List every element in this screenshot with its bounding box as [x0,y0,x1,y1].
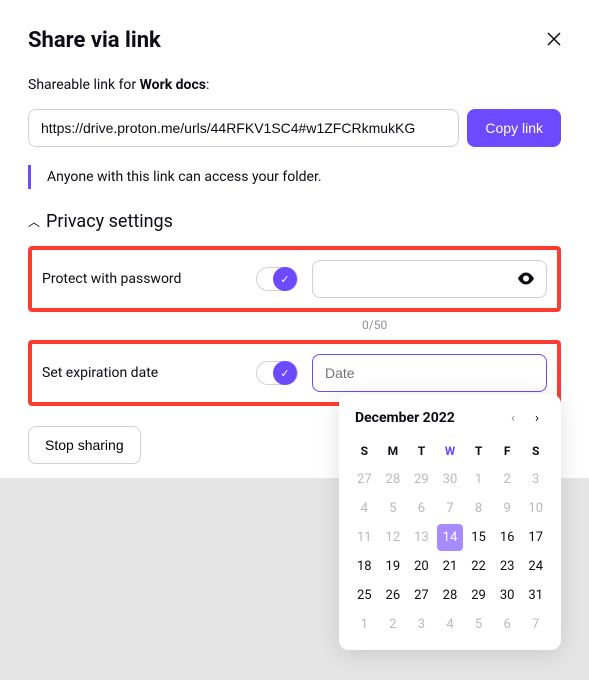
check-icon: ✓ [273,361,297,385]
calendar-month-title: December 2022 [355,410,455,426]
calendar-day[interactable]: 30 [437,466,464,493]
calendar-day[interactable]: 27 [351,466,378,493]
calendar-day[interactable]: 9 [494,495,521,522]
info-text: Anyone with this link can access your fo… [47,169,322,185]
calendar-day[interactable]: 23 [494,553,521,580]
calendar-day[interactable]: 2 [380,611,407,638]
calendar-dow: T [465,438,492,464]
calendar-day[interactable]: 16 [494,524,521,551]
share-link-input[interactable] [28,109,459,147]
date-field-wrap [312,354,547,392]
calendar-grid: SMTWTFS272829301234567891011121314151617… [351,438,549,638]
calendar-day[interactable]: 29 [465,582,492,609]
calendar-day[interactable]: 14 [437,524,464,551]
calendar-day[interactable]: 11 [351,524,378,551]
calendar-dow: S [351,438,378,464]
chevron-up-icon: ︿ [28,213,40,230]
calendar-dow: S [522,438,549,464]
calendar-day[interactable]: 25 [351,582,378,609]
calendar-day[interactable]: 10 [522,495,549,522]
expiration-setting-row: Set expiration date ✓ [42,354,547,392]
modal-header: Share via link [28,28,561,53]
privacy-section-header[interactable]: ︿ Privacy settings [28,211,561,232]
calendar-day[interactable]: 19 [380,553,407,580]
subtitle-prefix: Shareable link for [28,77,140,93]
calendar-day[interactable]: 7 [522,611,549,638]
password-input[interactable] [312,260,547,298]
link-row: Copy link [28,109,561,147]
calendar-dow: F [494,438,521,464]
chevron-left-icon[interactable]: ‹ [505,411,521,426]
calendar-day[interactable]: 6 [494,611,521,638]
password-toggle[interactable]: ✓ [256,267,298,291]
expiration-date-input[interactable] [312,354,547,392]
calendar-day[interactable]: 1 [351,611,378,638]
subtitle-suffix: : [206,77,209,93]
calendar-day[interactable]: 12 [380,524,407,551]
password-counter: 0/50 [362,318,561,332]
password-label: Protect with password [42,271,242,287]
calendar-day[interactable]: 27 [408,582,435,609]
calendar-day[interactable]: 21 [437,553,464,580]
calendar-day[interactable]: 4 [351,495,378,522]
calendar-day[interactable]: 3 [522,466,549,493]
info-bar: Anyone with this link can access your fo… [28,165,561,189]
calendar-day[interactable]: 3 [408,611,435,638]
password-setting-row: Protect with password ✓ [42,260,547,298]
calendar-day[interactable]: 26 [380,582,407,609]
stop-sharing-button[interactable]: Stop sharing [28,426,141,464]
calendar-day[interactable]: 4 [437,611,464,638]
calendar-day[interactable]: 28 [380,466,407,493]
copy-link-button[interactable]: Copy link [467,109,561,147]
chevron-right-icon[interactable]: › [529,411,545,426]
calendar-day[interactable]: 8 [465,495,492,522]
calendar-day[interactable]: 28 [437,582,464,609]
calendar-day[interactable]: 5 [380,495,407,522]
check-icon: ✓ [273,267,297,291]
calendar-day[interactable]: 7 [437,495,464,522]
calendar-dow: W [437,438,464,464]
calendar-day[interactable]: 22 [465,553,492,580]
expiration-label: Set expiration date [42,365,242,381]
expiration-toggle[interactable]: ✓ [256,361,298,385]
subtitle-item: Work docs [140,77,206,93]
eye-icon[interactable] [517,270,535,289]
calendar-header: December 2022 ‹ › [351,410,549,426]
calendar-day[interactable]: 1 [465,466,492,493]
privacy-section-title: Privacy settings [46,211,173,232]
date-picker-calendar: December 2022 ‹ › SMTWTFS272829301234567… [339,394,561,650]
calendar-day[interactable]: 24 [522,553,549,580]
calendar-nav: ‹ › [505,411,545,426]
close-icon[interactable] [547,31,561,50]
calendar-day[interactable]: 17 [522,524,549,551]
calendar-dow: M [380,438,407,464]
calendar-day[interactable]: 13 [408,524,435,551]
password-setting-box: Protect with password ✓ [28,246,561,312]
calendar-day[interactable]: 6 [408,495,435,522]
calendar-day[interactable]: 18 [351,553,378,580]
modal-title: Share via link [28,28,161,53]
calendar-day[interactable]: 5 [465,611,492,638]
calendar-day[interactable]: 29 [408,466,435,493]
password-field-wrap [312,260,547,298]
calendar-day[interactable]: 20 [408,553,435,580]
subtitle: Shareable link for Work docs: [28,77,561,93]
calendar-dow: T [408,438,435,464]
calendar-day[interactable]: 30 [494,582,521,609]
calendar-day[interactable]: 2 [494,466,521,493]
calendar-day[interactable]: 31 [522,582,549,609]
calendar-day[interactable]: 15 [465,524,492,551]
